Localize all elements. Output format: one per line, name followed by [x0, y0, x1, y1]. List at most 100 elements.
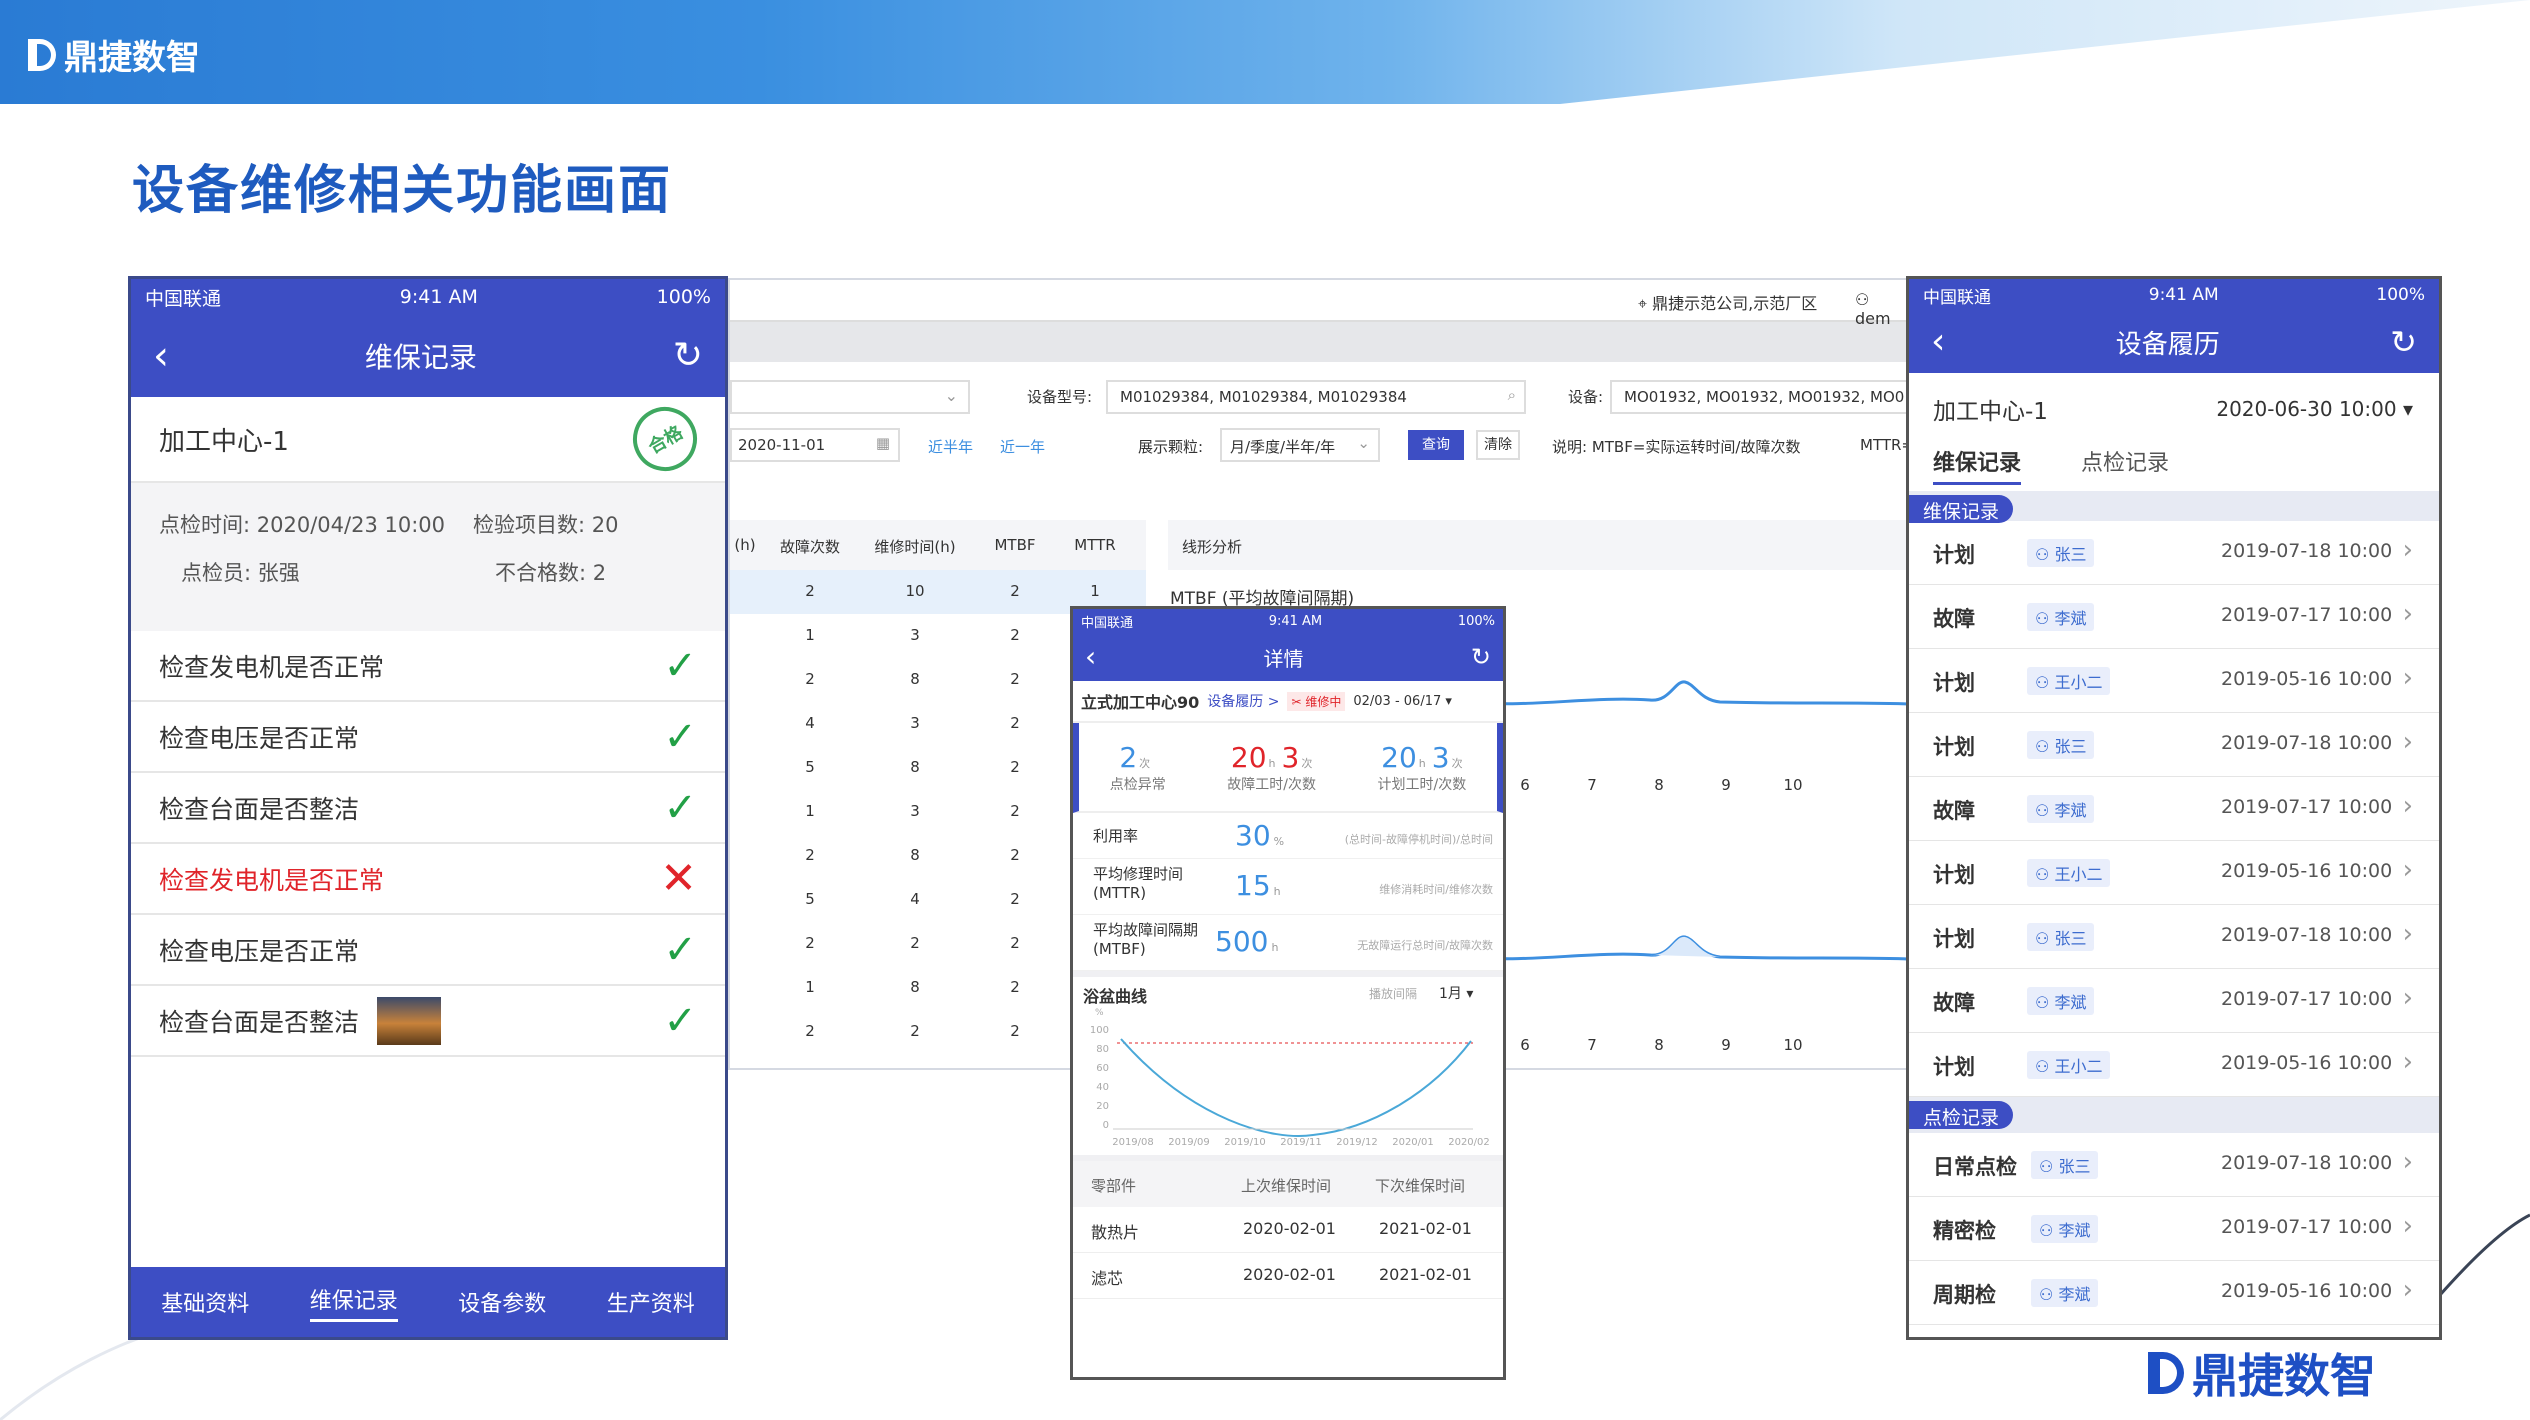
text-label: (h) [734, 536, 756, 554]
x-tick: 9 [1721, 776, 1731, 794]
inspection-info: 点检时间: 2020/04/23 10:00 检验项目数: 20 点检员: 张强… [131, 483, 725, 619]
check-icon: ✓ [663, 997, 697, 1044]
record-type: 故障 [1933, 991, 1975, 1015]
history-link[interactable]: 设备履历 > [1207, 691, 1279, 711]
query-button[interactable]: 查询 [1408, 430, 1464, 460]
text-label: 月/季度/半年/年 [1230, 438, 1336, 456]
phone-detail: 中国联通 9:41 AM 100% ‹ 详情 ↻ 立式加工中心90 设备履历 > ✂… [1070, 606, 1506, 1380]
location-text[interactable]: ⌖ 鼎捷示范公司,示范厂区 [1638, 290, 1817, 314]
one-year-link[interactable]: 近一年 [1000, 436, 1045, 457]
table-cell: 2 [1010, 714, 1020, 732]
stat-unit: h [1268, 756, 1276, 770]
history-item[interactable]: 故障 ⚇ 李斌 2019-07-17 10:00 › [1909, 585, 2439, 649]
chevron-right-icon: › [2402, 599, 2413, 629]
chevron-right-icon: › [2402, 919, 2413, 949]
table-cell: 2 [1010, 890, 1020, 908]
user-menu[interactable]: ⚇ dem [1855, 290, 1906, 328]
model-input[interactable]: M01029384, M01029384, M01029384 ⌕ [1106, 380, 1526, 414]
refresh-icon[interactable]: ↻ [2390, 326, 2417, 358]
stat-unit-2: 次 [1451, 756, 1463, 770]
record-time: 2019-07-18 10:00 [2221, 732, 2393, 754]
refresh-icon[interactable]: ↻ [1471, 645, 1491, 669]
x-tick: 8 [1654, 776, 1664, 794]
check-item[interactable]: 检查发电机是否正常 ✕ [131, 844, 725, 915]
parts-row[interactable]: 滤芯 2020-02-01 2021-02-01 [1073, 1253, 1503, 1299]
tab-1[interactable]: 维保记录 [309, 1283, 398, 1322]
table-cell: 2 [1010, 582, 1020, 600]
photo-thumbnail[interactable] [377, 996, 442, 1045]
history-item[interactable]: 故障 ⚇ 李斌 2019-07-17 10:00 › [1909, 969, 2439, 1033]
tab-0[interactable]: 基础资料 [161, 1286, 249, 1318]
history-item[interactable]: 故障 ⚇ 李斌 2019-07-17 10:00 › [1909, 777, 2439, 841]
back-icon[interactable]: ‹ [1085, 643, 1096, 671]
user-icon: ⚇ [2039, 1221, 2059, 1240]
person-name: 王小二 [2054, 1057, 2103, 1076]
tab-maintenance[interactable]: 维保记录 [1933, 445, 2022, 485]
text-label: 张强 [257, 561, 300, 585]
nav-title: 详情 [1263, 646, 1304, 671]
history-item[interactable]: 周期检 ⚇ 李斌 2019-05-16 10:00 › [1909, 1261, 2439, 1325]
check-item[interactable]: 检查台面是否整洁 ✓ [131, 986, 725, 1057]
check-item[interactable]: 检查台面是否整洁 ✓ [131, 773, 725, 844]
person-tag: ⚇ 王小二 [2027, 859, 2111, 887]
device-input[interactable]: MO01932, MO01932, MO01932, MO0 [1610, 380, 1910, 414]
formula-note: 说明: MTBF=实际运转时间/故障次数 [1552, 438, 1801, 456]
clear-button[interactable]: 清除 [1476, 430, 1520, 460]
nav-title: 维保记录 [364, 341, 477, 374]
history-item[interactable]: 精密检 ⚇ 李斌 2019-07-17 10:00 › [1909, 1197, 2439, 1261]
filter-select-left[interactable]: ⌄ [730, 380, 970, 414]
y-tick: 0 [1103, 1120, 1109, 1131]
record-type: 日常点检 [1933, 1155, 2017, 1179]
check-item[interactable]: 检查发电机是否正常 ✓ [131, 631, 725, 702]
x-tick: 2019/08 [1112, 1137, 1154, 1148]
table-cell: 10 [905, 582, 925, 600]
text-label: 鼎捷数智 [2192, 1349, 2376, 1403]
device-bar: 立式加工中心90 设备履历 > ✂ 维修中 02/03 - 06/17 ▾ [1073, 681, 1503, 723]
check-item[interactable]: 检查电压是否正常 ✓ [131, 702, 725, 773]
history-item[interactable]: 日常点检 ⚇ 张三 2019-07-18 10:00 › [1909, 1133, 2439, 1197]
line-analysis-title: 线形分析 [1168, 520, 1908, 570]
x-tick: 10 [1783, 776, 1803, 794]
x-tick: 2020/02 [1448, 1137, 1490, 1148]
x-tick: 6 [1520, 776, 1530, 794]
history-item[interactable]: 计划 ⚇ 王小二 2019-05-16 10:00 › [1909, 649, 2439, 713]
history-item[interactable]: 计划 ⚇ 张三 2019-07-18 10:00 › [1909, 905, 2439, 969]
history-item[interactable]: 计划 ⚇ 张三 2019-07-18 10:00 › [1909, 713, 2439, 777]
tab-2[interactable]: 设备参数 [458, 1286, 546, 1318]
back-icon[interactable]: ‹ [1931, 324, 1945, 360]
x-tick: 2020/01 [1392, 1137, 1434, 1148]
chevron-right-icon: › [2402, 727, 2413, 757]
interval-select[interactable]: 1月 ▾ [1439, 983, 1473, 1003]
x-tick: 2019/11 [1280, 1137, 1322, 1148]
tab-3[interactable]: 生产资料 [607, 1286, 695, 1318]
header-band [0, 0, 2530, 104]
chevron-right-icon: › [2402, 535, 2413, 565]
web-subbar [730, 322, 1906, 362]
date-range-select[interactable]: 02/03 - 06/17 ▾ [1353, 694, 1452, 709]
record-time: 2019-07-18 10:00 [2221, 1152, 2393, 1174]
half-year-link[interactable]: 近半年 [928, 436, 973, 457]
user-icon: ⚇ [2035, 929, 2055, 948]
line-charts [1470, 680, 1910, 961]
granularity-select[interactable]: 月/季度/半年/年 ⌄ [1220, 428, 1380, 462]
text-label: 100% [656, 286, 711, 308]
back-icon[interactable]: ‹ [153, 336, 169, 376]
datetime-select[interactable]: 2020-06-30 10:00 ▾ [2216, 397, 2413, 421]
person-tag: ⚇ 王小二 [2027, 1051, 2111, 1079]
date-input[interactable]: 2020-11-01 ▦ [730, 428, 900, 462]
history-item[interactable]: 计划 ⚇ 张三 2019-07-18 10:00 › [1909, 521, 2439, 585]
check-item[interactable]: 检查电压是否正常 ✓ [131, 915, 725, 986]
parts-row[interactable]: 散热片 2020-02-01 2021-02-01 [1073, 1207, 1503, 1253]
user-icon: ⚇ [2035, 993, 2055, 1012]
stat-block: 2 次点检异常 [1110, 741, 1166, 794]
history-item[interactable]: 计划 ⚇ 王小二 2019-05-16 10:00 › [1909, 1033, 2439, 1097]
bathtub-panel: 浴盆曲线 播放间隔 1月 ▾ % 100 80 60 40 20 0 2019/08 201… [1073, 971, 1503, 1155]
tab-inspection[interactable]: 点检记录 [2081, 445, 2169, 491]
text-label: MO01932, MO01932, MO01932, MO0 [1624, 388, 1905, 406]
table-cell: 3 [910, 802, 920, 820]
text-label: 点检记录 [1909, 1101, 2014, 1129]
stat-unit: 次 [1139, 756, 1151, 770]
history-item[interactable]: 计划 ⚇ 王小二 2019-05-16 10:00 › [1909, 841, 2439, 905]
refresh-icon[interactable]: ↻ [673, 338, 703, 374]
search-icon: ⌕ [1507, 386, 1516, 404]
